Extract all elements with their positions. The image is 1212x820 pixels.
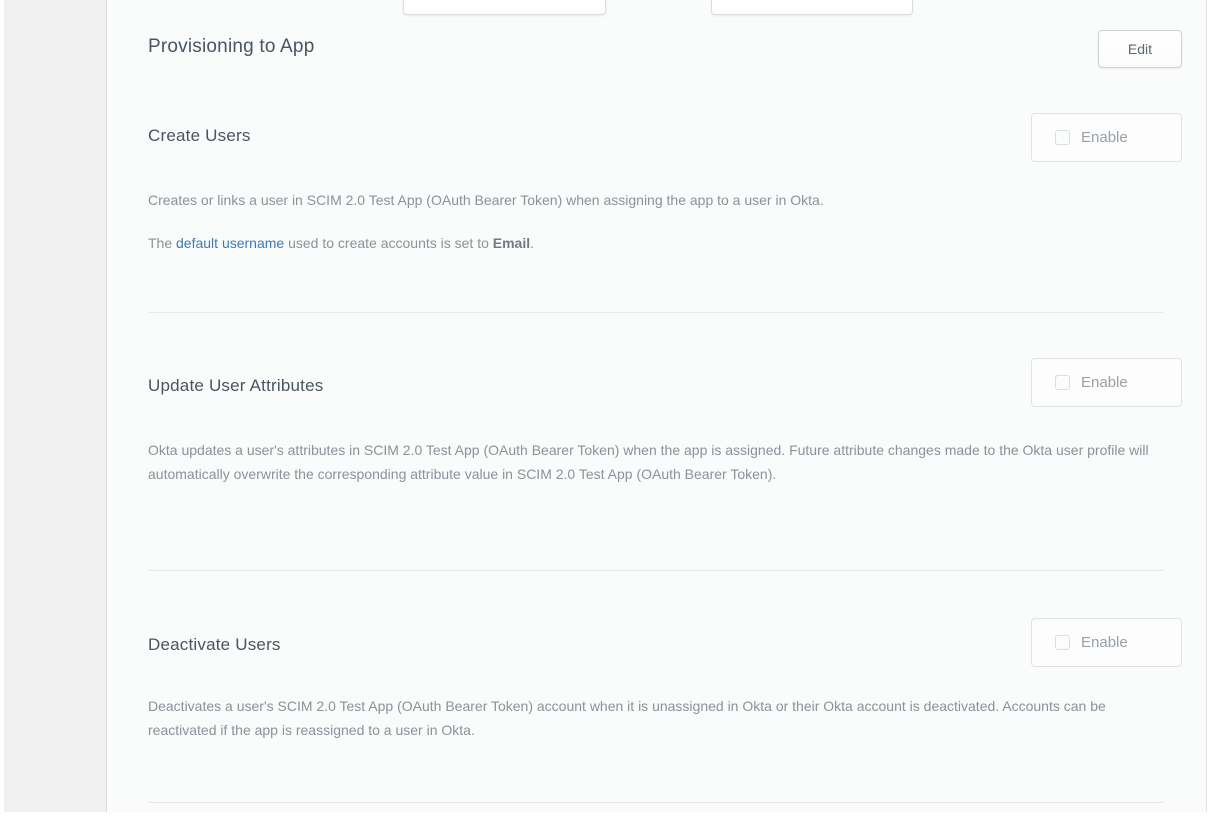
page-title: Provisioning to App — [148, 36, 314, 58]
enable-label: Enable — [1081, 374, 1128, 391]
section-title-deactivate-users: Deactivate Users — [148, 635, 281, 655]
section-divider — [148, 802, 1164, 803]
checkbox-icon[interactable] — [1055, 375, 1070, 390]
update-user-attributes-description: Okta updates a user's attributes in SCIM… — [148, 438, 1170, 486]
enable-toggle-deactivate-users[interactable]: Enable — [1031, 618, 1182, 667]
deactivate-users-description: Deactivates a user's SCIM 2.0 Test App (… — [148, 694, 1170, 742]
note-post: . — [530, 235, 534, 251]
provisioning-panel: Provisioning to App Edit Create Users En… — [108, 0, 1207, 812]
note-pre: The — [148, 235, 176, 251]
enable-label: Enable — [1081, 634, 1128, 651]
checkbox-icon[interactable] — [1055, 635, 1070, 650]
cutoff-field-1[interactable] — [403, 0, 606, 15]
edit-button[interactable]: Edit — [1098, 30, 1182, 68]
page: Provisioning to App Edit Create Users En… — [0, 0, 1212, 820]
cutoff-field-2[interactable] — [711, 0, 913, 15]
section-title-update-user-attributes: Update User Attributes — [148, 376, 323, 396]
section-divider — [148, 312, 1164, 313]
section-title-create-users: Create Users — [148, 126, 251, 146]
section-divider — [148, 570, 1164, 571]
default-username-note: The default username used to create acco… — [148, 231, 1170, 255]
note-bold-email: Email — [493, 235, 530, 251]
enable-label: Enable — [1081, 129, 1128, 146]
enable-toggle-create-users[interactable]: Enable — [1031, 113, 1182, 162]
create-users-description: Creates or links a user in SCIM 2.0 Test… — [148, 188, 1170, 212]
left-nav-rail — [4, 0, 107, 812]
note-mid: used to create accounts is set to — [284, 235, 493, 251]
default-username-link[interactable]: default username — [176, 235, 284, 251]
enable-toggle-update-user-attributes[interactable]: Enable — [1031, 358, 1182, 407]
checkbox-icon[interactable] — [1055, 130, 1070, 145]
